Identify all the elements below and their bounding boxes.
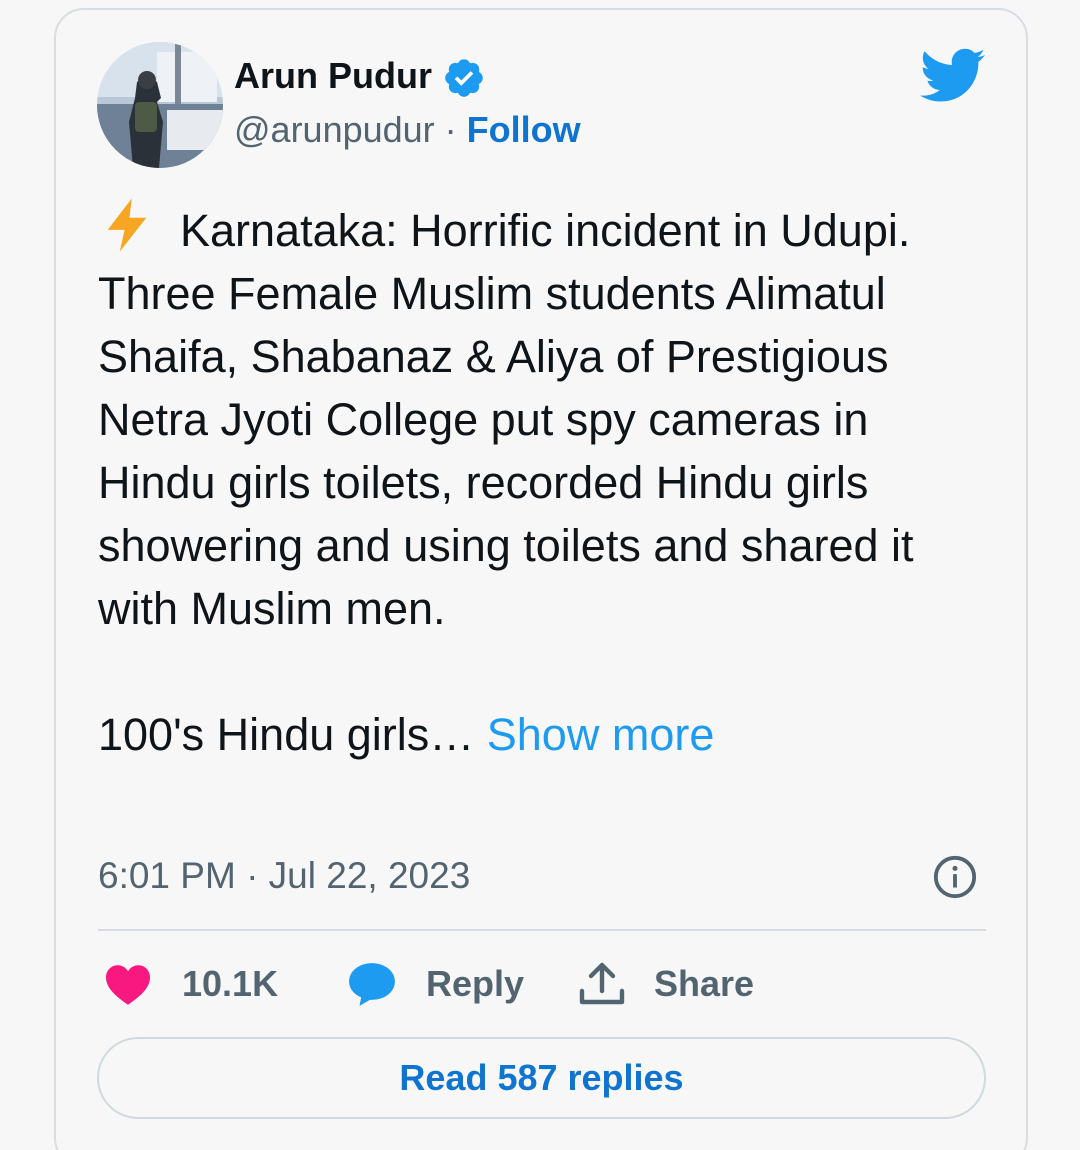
show-more-link[interactable]: Show more xyxy=(487,709,715,760)
share-label: Share xyxy=(654,963,755,1004)
read-replies-button[interactable]: Read 587 replies xyxy=(97,1037,986,1119)
reply-label: Reply xyxy=(426,963,525,1004)
reply-bubble-icon xyxy=(349,963,395,1006)
share-button[interactable]: Share xyxy=(578,958,754,1010)
tweet-paragraph-2: 100's Hindu girls… Show more xyxy=(98,703,998,766)
heart-icon xyxy=(106,965,150,1005)
lightning-bolt-icon xyxy=(107,198,147,252)
page: Arun Pudur @arunpudur · Follow Karnataka… xyxy=(0,0,1080,1150)
handle-separator: · xyxy=(434,109,467,150)
follow-button[interactable]: Follow xyxy=(467,109,581,150)
like-button[interactable]: 10.1K xyxy=(104,958,278,1010)
share-upload-icon xyxy=(579,962,625,1005)
read-replies-label: Read 587 replies xyxy=(399,1057,684,1098)
like-count: 10.1K xyxy=(182,963,279,1004)
author-name[interactable]: Arun Pudur xyxy=(234,54,432,98)
tweet-paragraph-1: Karnataka: Horrific incident in Udupi. T… xyxy=(98,196,998,640)
tweet-truncated-text: 100's Hindu girls… xyxy=(98,709,487,760)
twitter-bird-icon[interactable] xyxy=(920,48,986,104)
tweet-timestamp[interactable]: 6:01 PM · Jul 22, 2023 xyxy=(98,853,470,899)
divider xyxy=(98,929,986,931)
info-icon[interactable] xyxy=(932,854,978,900)
avatar[interactable] xyxy=(97,42,223,168)
tweet-text: Karnataka: Horrific incident in Udupi. T… xyxy=(98,196,998,766)
author-handle[interactable]: @arunpudur xyxy=(234,109,435,150)
reply-button[interactable]: Reply xyxy=(347,958,524,1010)
tweet-body: Karnataka: Horrific incident in Udupi. T… xyxy=(98,205,914,634)
verified-badge-icon xyxy=(445,59,483,97)
handle-row: @arunpudur · Follow xyxy=(234,108,581,152)
